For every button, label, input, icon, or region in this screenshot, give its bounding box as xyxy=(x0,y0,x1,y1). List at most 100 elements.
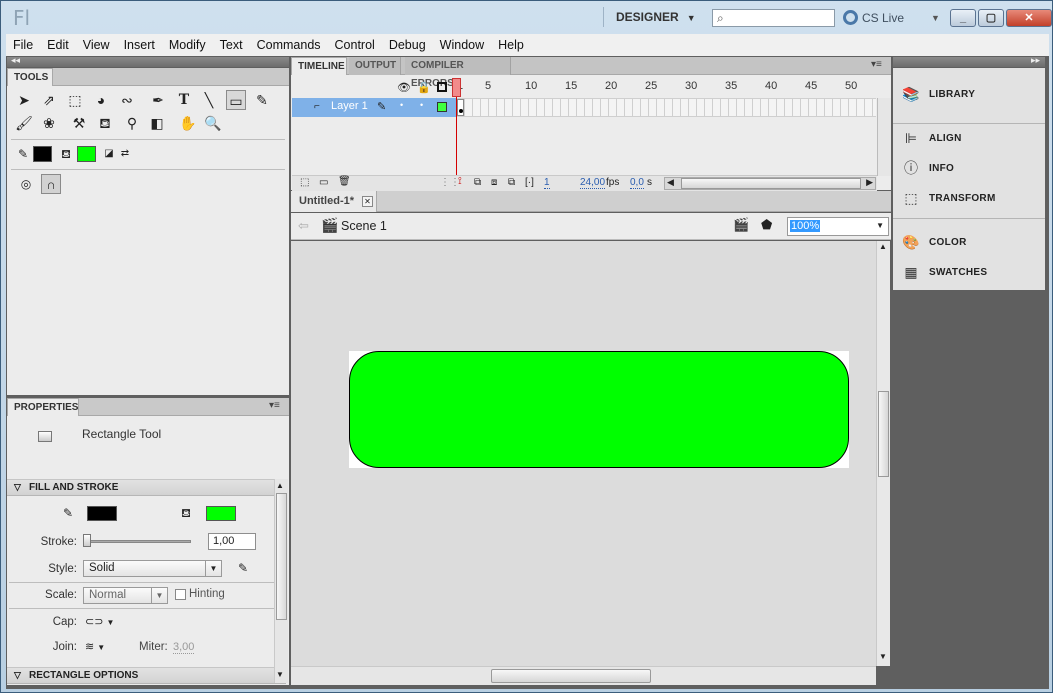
modify-onion-markers-icon[interactable]: [·] xyxy=(525,177,534,188)
frame-rate[interactable]: 24,00 xyxy=(580,177,606,189)
edit-stroke-style-icon[interactable]: ✎ xyxy=(233,558,253,578)
keyframe[interactable] xyxy=(457,99,464,116)
edit-scene-icon[interactable]: 🎬 xyxy=(733,217,749,233)
right-collapse-bar[interactable]: ▸▸ xyxy=(893,55,1045,67)
zoom-dropdown[interactable]: 100% ▼ xyxy=(787,217,889,236)
fill-color-swatch[interactable] xyxy=(206,506,236,521)
tab-tools[interactable]: TOOLS xyxy=(7,68,53,86)
zoom-value[interactable]: 100% xyxy=(790,220,821,232)
zoom-tool-icon[interactable]: 🔍 xyxy=(203,113,223,133)
left-collapse-bar[interactable]: ◂◂ xyxy=(7,55,289,67)
menu-text[interactable]: Text xyxy=(213,38,250,52)
timeline-vscroll[interactable] xyxy=(877,98,891,176)
brush-tool-icon[interactable]: 🖌 xyxy=(14,113,34,133)
scene-name[interactable]: Scene 1 xyxy=(341,219,387,233)
hinting-checkbox[interactable] xyxy=(175,589,186,600)
stroke-color-swatch[interactable] xyxy=(33,146,52,162)
stage-hscroll[interactable] xyxy=(291,666,876,685)
playhead[interactable] xyxy=(452,78,461,97)
back-arrow-icon[interactable]: ⇦ xyxy=(298,218,309,234)
new-folder-icon[interactable]: ▭ xyxy=(319,177,328,188)
line-tool-icon[interactable]: ╲ xyxy=(199,90,219,110)
free-transform-tool-icon[interactable]: ⬚ xyxy=(65,90,85,110)
frame-grid[interactable] xyxy=(457,98,876,117)
close-button[interactable]: ✕ xyxy=(1006,9,1052,27)
timeline-ruler[interactable]: 1 5 10 15 20 25 30 35 40 45 50 xyxy=(457,80,877,96)
new-layer-icon[interactable]: ⬚ xyxy=(300,177,309,188)
library-panel-button[interactable]: 📚 LIBRARY xyxy=(901,80,1041,108)
color-panel-button[interactable]: 🎨 COLOR xyxy=(901,228,1041,256)
scroll-thumb[interactable] xyxy=(491,669,651,683)
stroke-slider-handle[interactable] xyxy=(83,534,91,547)
menu-help[interactable]: Help xyxy=(491,38,531,52)
elapsed-time[interactable]: 0,0 xyxy=(630,177,644,189)
visible-dot-icon[interactable]: • xyxy=(400,100,403,110)
current-frame[interactable]: 1 xyxy=(544,177,550,189)
swap-colors-icon[interactable]: ⇄ xyxy=(115,144,135,164)
style-dropdown[interactable]: Solid ▼ xyxy=(83,560,222,577)
fill-color-swatch[interactable] xyxy=(77,146,96,162)
edit-multiple-frames-icon[interactable]: ⧉ xyxy=(508,177,515,188)
join-style-dropdown[interactable]: ≋ ▼ xyxy=(85,640,105,653)
chevron-down-icon[interactable]: ▼ xyxy=(931,9,940,27)
layer-name[interactable]: Layer 1 xyxy=(331,100,368,112)
tab-properties[interactable]: PROPERTIES xyxy=(7,398,79,416)
rectangle-options-section-header[interactable]: ▽ RECTANGLE OPTIONS xyxy=(7,667,286,684)
menu-view[interactable]: View xyxy=(76,38,117,52)
resize-handle-icon[interactable]: ⋮⋮ xyxy=(440,177,460,188)
scroll-thumb[interactable] xyxy=(681,178,861,189)
edit-symbols-icon[interactable]: ⬟ xyxy=(761,217,772,233)
scroll-up-icon[interactable]: ▲ xyxy=(276,481,284,490)
cs-live-button[interactable]: CS Live ▼ xyxy=(843,9,940,27)
bone-tool-icon[interactable]: ⚒ xyxy=(69,113,89,133)
onion-outlines-icon[interactable]: ⧈ xyxy=(491,177,497,188)
selection-tool-icon[interactable]: ➤ xyxy=(14,90,34,110)
scroll-thumb[interactable] xyxy=(878,391,889,477)
tab-compiler-errors[interactable]: COMPILER ERRORS xyxy=(405,57,511,89)
panel-menu-icon[interactable]: ▾≡ xyxy=(269,400,280,411)
close-tab-icon[interactable]: ✕ xyxy=(362,196,373,207)
onion-skin-icon[interactable]: ⧉ xyxy=(474,177,481,188)
paint-bucket-tool-icon[interactable]: ⛾ xyxy=(95,113,115,133)
layer-row[interactable]: ⌐ Layer 1 ✎ • • xyxy=(292,98,457,117)
tab-output[interactable]: OUTPUT xyxy=(349,57,401,75)
search-input[interactable]: ⌕ xyxy=(712,9,835,27)
snap-to-objects-icon[interactable]: ∩ xyxy=(41,174,61,194)
lasso-tool-icon[interactable]: ∾ xyxy=(117,90,137,110)
menu-window[interactable]: Window xyxy=(433,38,491,52)
stage-vscroll[interactable]: ▲ ▼ xyxy=(876,241,890,666)
object-drawing-icon[interactable]: ◎ xyxy=(16,174,36,194)
subselection-tool-icon[interactable]: ⇗ xyxy=(39,90,59,110)
eyedropper-tool-icon[interactable]: ⚲ xyxy=(122,113,142,133)
hand-tool-icon[interactable]: ✋ xyxy=(178,113,198,133)
workspace-switcher[interactable]: DESIGNER ▼ xyxy=(603,7,696,27)
swatches-panel-button[interactable]: ▦ SWATCHES xyxy=(901,258,1041,286)
lock-all-icon[interactable]: 🔒 xyxy=(417,81,431,94)
minimize-button[interactable]: _ xyxy=(950,9,976,27)
outline-all-icon[interactable] xyxy=(437,82,447,92)
scroll-down-icon[interactable]: ▼ xyxy=(879,652,887,661)
transform-panel-button[interactable]: ⬚ TRANSFORM xyxy=(901,184,1041,212)
scale-dropdown[interactable]: Normal ▼ xyxy=(83,587,168,604)
lock-dot-icon[interactable]: • xyxy=(420,100,423,110)
timeline-hscroll[interactable]: ◀ ▶ xyxy=(664,177,876,190)
cap-style-dropdown[interactable]: ⊂⊃ ▼ xyxy=(85,615,114,628)
menu-commands[interactable]: Commands xyxy=(250,38,328,52)
scroll-right-icon[interactable]: ▶ xyxy=(866,177,873,188)
menu-debug[interactable]: Debug xyxy=(382,38,433,52)
eraser-tool-icon[interactable]: ◧ xyxy=(147,113,167,133)
pen-tool-icon[interactable]: ✒ xyxy=(148,90,168,110)
menu-control[interactable]: Control xyxy=(328,38,382,52)
delete-layer-icon[interactable]: 🗑 xyxy=(338,176,351,187)
fill-stroke-section-header[interactable]: ▽ FILL AND STROKE xyxy=(7,479,286,496)
menu-file[interactable]: File xyxy=(6,38,40,52)
stroke-color-swatch[interactable] xyxy=(87,506,117,521)
rectangle-tool-icon[interactable]: ▭ xyxy=(226,90,246,110)
3d-rotation-tool-icon[interactable]: ◕ xyxy=(91,90,111,110)
tab-timeline[interactable]: TIMELINE xyxy=(291,57,347,75)
deco-tool-icon[interactable]: ❀ xyxy=(39,113,59,133)
menu-insert[interactable]: Insert xyxy=(117,38,162,52)
scroll-up-icon[interactable]: ▲ xyxy=(879,242,887,251)
stroke-width-input[interactable]: 1,00 xyxy=(208,533,256,550)
scroll-down-icon[interactable]: ▼ xyxy=(276,670,284,679)
